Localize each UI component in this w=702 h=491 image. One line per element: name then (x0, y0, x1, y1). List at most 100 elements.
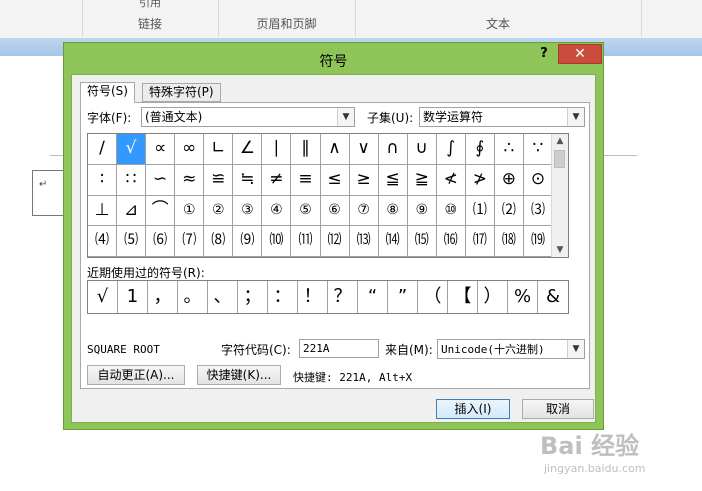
symbol-cell[interactable]: ∟ (204, 134, 234, 165)
symbol-cell[interactable]: ≡ (291, 164, 321, 196)
symbol-cell[interactable]: ⑤ (291, 195, 321, 227)
symbol-cell[interactable]: ∥ (291, 134, 321, 165)
ribbon-group-label: 页眉和页脚 (256, 17, 317, 31)
symbol-cell[interactable]: ∫ (436, 134, 466, 165)
autocorrect-button[interactable]: 自动更正(A)... (87, 365, 185, 385)
symbol-cell[interactable]: ∠ (233, 134, 263, 165)
symbol-cell[interactable]: ≥ (349, 164, 379, 196)
cancel-button[interactable]: 取消 (522, 399, 594, 419)
dialog-titlebar[interactable]: 符号 ? ✕ (64, 43, 603, 75)
baidu-watermark: Bai 经验 jingyan.baidu.com (540, 426, 700, 486)
symbol-cell[interactable]: ⑧ (378, 195, 408, 227)
symbol-cell[interactable]: ⑹ (146, 226, 176, 257)
symbol-cell[interactable]: ≠ (262, 164, 292, 196)
from-select[interactable]: Unicode(十六进制) ▼ (437, 339, 585, 359)
recent-symbol-cell[interactable]: “ (358, 281, 388, 313)
recent-symbol-cell[interactable]: ： (268, 281, 298, 313)
symbol-cell[interactable]: ⑦ (349, 195, 379, 227)
symbol-cell[interactable]: ∝ (146, 134, 176, 165)
symbol-cell[interactable]: ⒆ (523, 226, 553, 257)
symbol-cell[interactable]: ⒁ (378, 226, 408, 257)
symbol-cell[interactable]: ⒅ (494, 226, 524, 257)
symbol-cell[interactable]: ≧ (407, 164, 437, 196)
symbol-cell[interactable]: ≌ (204, 164, 234, 196)
symbol-cell[interactable]: ⊕ (494, 164, 524, 196)
recent-symbol-cell[interactable]: % (508, 281, 538, 313)
symbol-cell[interactable]: ⒂ (407, 226, 437, 257)
symbol-cell[interactable]: ⊿ (117, 195, 147, 227)
symbol-cell[interactable]: ⑸ (117, 226, 147, 257)
recent-symbol-cell[interactable]: 【 (448, 281, 478, 313)
symbol-cell[interactable]: ⊙ (523, 164, 553, 196)
symbol-cell[interactable]: ⑿ (320, 226, 350, 257)
symbol-cell[interactable]: √ (117, 134, 147, 165)
symbol-cell[interactable]: ⑻ (204, 226, 234, 257)
symbol-cell[interactable]: ≮ (436, 164, 466, 196)
recent-symbol-cell[interactable]: & (538, 281, 568, 313)
recent-symbol-cell[interactable]: √ (88, 281, 118, 313)
symbol-cell[interactable]: ≈ (175, 164, 205, 196)
symbol-cell[interactable]: ≒ (233, 164, 263, 196)
symbol-cell[interactable]: ∨ (349, 134, 379, 165)
recent-symbol-cell[interactable]: ” (388, 281, 418, 313)
recent-symbol-cell[interactable]: 1 (118, 281, 148, 313)
symbol-cell[interactable]: ∕ (88, 134, 118, 165)
symbol-cell[interactable]: ∵ (523, 134, 553, 165)
symbol-cell[interactable]: ⑵ (494, 195, 524, 227)
char-code-label: 字符代码(C): (221, 343, 291, 357)
symbol-cell[interactable]: ⑴ (465, 195, 495, 227)
symbol-cell[interactable]: ① (175, 195, 205, 227)
symbol-cell[interactable]: ⒄ (465, 226, 495, 257)
recent-symbol-cell[interactable]: ， (148, 281, 178, 313)
symbol-cell[interactable]: ④ (262, 195, 292, 227)
symbol-cell[interactable]: ⒀ (349, 226, 379, 257)
insert-button[interactable]: 插入(I) (436, 399, 510, 419)
symbol-cell[interactable]: ∮ (465, 134, 495, 165)
recent-symbol-cell[interactable]: 、 (208, 281, 238, 313)
symbol-cell[interactable]: ② (204, 195, 234, 227)
symbol-cell[interactable]: ⑾ (291, 226, 321, 257)
symbol-cell[interactable]: ∽ (146, 164, 176, 196)
symbol-grid-scrollbar[interactable]: ▲ ▼ (551, 134, 568, 257)
symbol-cell[interactable]: ⑩ (436, 195, 466, 227)
symbol-cell[interactable]: ∴ (494, 134, 524, 165)
symbol-cell[interactable]: ∣ (262, 134, 292, 165)
recent-symbol-cell[interactable]: （ (418, 281, 448, 313)
symbol-cell[interactable]: ≦ (378, 164, 408, 196)
symbol-cell[interactable]: ⑨ (407, 195, 437, 227)
char-code-input[interactable]: 221A (299, 339, 379, 358)
recent-symbol-cell[interactable]: ） (478, 281, 508, 313)
shortcut-key-button[interactable]: 快捷键(K)... (197, 365, 281, 385)
scroll-up-icon[interactable]: ▲ (552, 134, 568, 148)
symbol-cell[interactable]: ⑺ (175, 226, 205, 257)
symbol-cell[interactable]: ⑽ (262, 226, 292, 257)
symbol-cell[interactable]: ③ (233, 195, 263, 227)
symbol-cell[interactable]: ⊥ (88, 195, 118, 227)
symbol-cell[interactable]: ⑼ (233, 226, 263, 257)
symbol-cell[interactable]: ⑶ (523, 195, 553, 227)
symbol-cell[interactable]: ⑷ (88, 226, 118, 257)
close-button[interactable]: ✕ (558, 44, 602, 64)
scroll-down-icon[interactable]: ▼ (552, 243, 568, 257)
tab-special-characters[interactable]: 特殊字符(P) (142, 83, 221, 102)
symbol-cell[interactable]: ≤ (320, 164, 350, 196)
symbol-cell[interactable]: ∶ (88, 164, 118, 196)
recent-symbol-cell[interactable]: 。 (178, 281, 208, 313)
symbol-cell[interactable]: ∪ (407, 134, 437, 165)
symbol-cell[interactable]: ⌒ (146, 195, 176, 227)
help-button[interactable]: ? (535, 46, 553, 64)
recent-symbol-cell[interactable]: ； (238, 281, 268, 313)
font-select[interactable]: (普通文本) ▼ (141, 107, 355, 127)
symbol-cell[interactable]: ⑥ (320, 195, 350, 227)
subset-select[interactable]: 数学运算符 ▼ (419, 107, 585, 127)
recent-symbol-cell[interactable]: ？ (328, 281, 358, 313)
recent-symbol-cell[interactable]: ！ (298, 281, 328, 313)
symbol-cell[interactable]: ⒃ (436, 226, 466, 257)
symbol-cell[interactable]: ≯ (465, 164, 495, 196)
scrollbar-thumb[interactable] (554, 150, 565, 168)
symbol-cell[interactable]: ∧ (320, 134, 350, 165)
symbol-cell[interactable]: ∩ (378, 134, 408, 165)
tab-symbols[interactable]: 符号(S) (80, 82, 135, 103)
symbol-cell[interactable]: ∞ (175, 134, 205, 165)
symbol-cell[interactable]: ∷ (117, 164, 147, 196)
